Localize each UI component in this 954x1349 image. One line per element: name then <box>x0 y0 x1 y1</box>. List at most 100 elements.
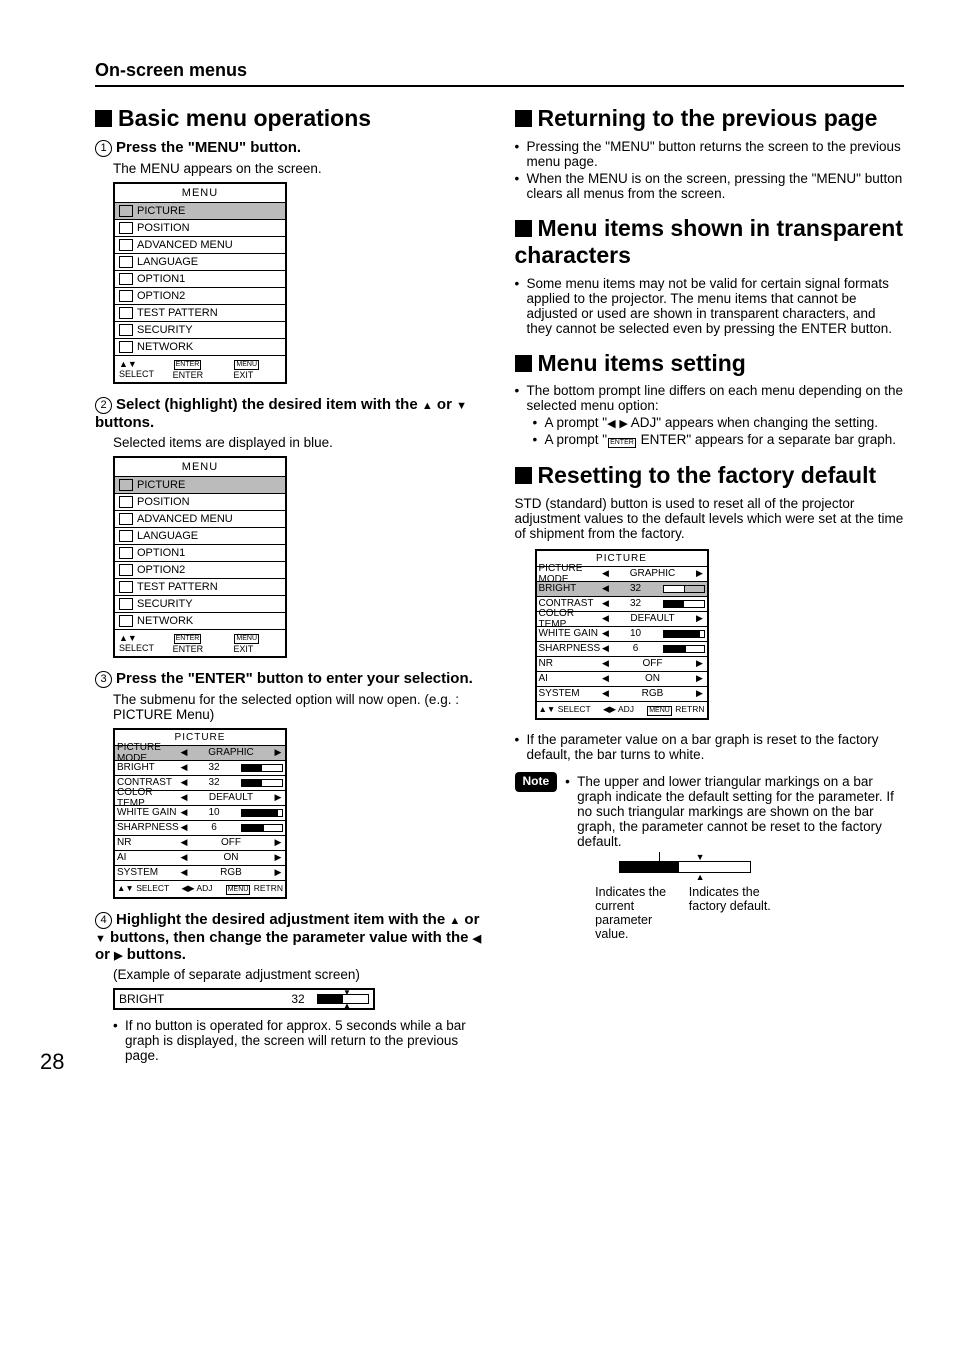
up-triangle-icon: ▲ <box>449 915 460 927</box>
picture-menu-screenshot-2: PICTURE PICTURE MODE◀GRAPHIC▶BRIGHT◀32CO… <box>535 549 709 720</box>
step3-desc: The submenu for the selected option will… <box>113 692 485 722</box>
step1-number: 1 <box>95 140 112 157</box>
right-triangle-icon: ▶ <box>114 950 122 962</box>
menu-item-icon <box>119 307 133 319</box>
down-triangle-icon: ▼ <box>696 852 705 862</box>
menu-item-label: ADVANCED MENU <box>137 239 233 251</box>
down-triangle-icon: ▼ <box>456 400 467 412</box>
picture-row: PICTURE MODE◀GRAPHIC▶ <box>115 746 285 760</box>
menu-item: TEST PATTERN <box>115 578 285 595</box>
resetting-para: STD (standard) button is used to reset a… <box>515 496 905 541</box>
picture-row: BRIGHT◀32 <box>537 581 707 596</box>
menu-item-label: PICTURE <box>137 205 185 217</box>
left-triangle-icon: ◀ <box>607 418 615 430</box>
menu-item-icon <box>119 513 133 525</box>
menu-item-label: POSITION <box>137 222 190 234</box>
menu-item-icon <box>119 496 133 508</box>
menu-item-label: POSITION <box>137 496 190 508</box>
picture-row: BRIGHT◀32 <box>115 760 285 775</box>
bar-graph-diagram: ▼ ▲ Indicates the current parameter valu… <box>595 861 775 941</box>
menu-item-icon <box>119 341 133 353</box>
menu-item-icon <box>119 205 133 217</box>
menu-item-icon <box>119 615 133 627</box>
menu-item-label: NETWORK <box>137 341 193 353</box>
picture-row: PICTURE MODE◀GRAPHIC▶ <box>537 567 707 581</box>
menu-item-icon <box>119 547 133 559</box>
menu-item: OPTION1 <box>115 544 285 561</box>
step1-desc: The MENU appears on the screen. <box>113 161 485 176</box>
menu-item: LANGUAGE <box>115 253 285 270</box>
adjust-screenshot: BRIGHT 32 ▼▲ <box>113 988 375 1010</box>
left-column: Basic menu operations 1Press the "MENU" … <box>95 105 485 1065</box>
menu-item: TEST PATTERN <box>115 304 285 321</box>
right-triangle-icon: ▶ <box>619 418 627 430</box>
menu-item-label: NETWORK <box>137 615 193 627</box>
picture-row: WHITE GAIN◀10 <box>537 626 707 641</box>
picture-row: AI◀ON▶ <box>115 850 285 865</box>
picture-row: SYSTEM◀RGB▶ <box>115 865 285 880</box>
menu-item-icon <box>119 290 133 302</box>
picture-row: AI◀ON▶ <box>537 671 707 686</box>
menu-item-icon <box>119 256 133 268</box>
menu-item-icon <box>119 530 133 542</box>
menu-item-label: ADVANCED MENU <box>137 513 233 525</box>
picture-row: COLOR TEMP.◀DEFAULT▶ <box>115 790 285 805</box>
note-badge: Note <box>515 772 558 792</box>
returning-title: Returning to the previous page <box>515 105 905 133</box>
menu-screenshot-2: MENU PICTUREPOSITIONADVANCED MENULANGUAG… <box>113 456 287 658</box>
picture-row: NR◀OFF▶ <box>537 656 707 671</box>
picture-row: WHITE GAIN◀10 <box>115 805 285 820</box>
step1-head: 1Press the "MENU" button. <box>95 139 485 157</box>
menu-screenshot-1: MENU PICTUREPOSITIONADVANCED MENULANGUAG… <box>113 182 287 384</box>
picture-row: SHARPNESS◀6 <box>537 641 707 656</box>
menu-item-label: OPTION2 <box>137 290 185 302</box>
down-triangle-icon: ▼ <box>95 933 106 945</box>
transparent-title: Menu items shown in transparent characte… <box>515 215 905 270</box>
menu-item-label: OPTION1 <box>137 547 185 559</box>
menu-item: LANGUAGE <box>115 527 285 544</box>
menu-item: OPTION2 <box>115 561 285 578</box>
menu-item-icon <box>119 479 133 491</box>
step4-note: •If no button is operated for approx. 5 … <box>113 1018 485 1063</box>
menu-item: PICTURE <box>115 203 285 219</box>
basic-menu-title: Basic menu operations <box>95 105 485 133</box>
menu-item-icon <box>119 324 133 336</box>
menu-item: SECURITY <box>115 321 285 338</box>
menu-item: NETWORK <box>115 612 285 629</box>
menu-item: PICTURE <box>115 477 285 493</box>
menu-item-icon <box>119 222 133 234</box>
up-triangle-icon: ▲ <box>422 400 433 412</box>
menu-item-label: PICTURE <box>137 479 185 491</box>
menu-item-icon <box>119 564 133 576</box>
resetting-title: Resetting to the factory default <box>515 462 905 490</box>
menu-item-label: TEST PATTERN <box>137 307 218 319</box>
step2-head: 2Select (highlight) the desired item wit… <box>95 396 485 431</box>
menu-item-label: OPTION2 <box>137 564 185 576</box>
menu-item-label: LANGUAGE <box>137 256 198 268</box>
menu-item: NETWORK <box>115 338 285 355</box>
step4-head: 4Highlight the desired adjustment item w… <box>95 911 485 963</box>
step2-desc: Selected items are displayed in blue. <box>113 435 485 450</box>
menu-item: OPTION1 <box>115 270 285 287</box>
menu-item: SECURITY <box>115 595 285 612</box>
page-number: 28 <box>40 1049 64 1075</box>
picture-row: SHARPNESS◀6 <box>115 820 285 835</box>
picture-row: SYSTEM◀RGB▶ <box>537 686 707 701</box>
menu-item: POSITION <box>115 493 285 510</box>
menu-item-label: TEST PATTERN <box>137 581 218 593</box>
menu-item-icon <box>119 598 133 610</box>
menu-item: POSITION <box>115 219 285 236</box>
menu-item: ADVANCED MENU <box>115 510 285 527</box>
menu-item: OPTION2 <box>115 287 285 304</box>
picture-row: COLOR TEMP.◀DEFAULT▶ <box>537 611 707 626</box>
items-setting-title: Menu items setting <box>515 350 905 378</box>
left-triangle-icon: ◀ <box>473 933 481 945</box>
menu-item-label: SECURITY <box>137 598 193 610</box>
step4-desc: (Example of separate adjustment screen) <box>113 967 485 982</box>
menu-item-icon <box>119 581 133 593</box>
picture-menu-screenshot-1: PICTURE PICTURE MODE◀GRAPHIC▶BRIGHT◀32CO… <box>113 728 287 899</box>
right-column: Returning to the previous page •Pressing… <box>515 105 905 1065</box>
up-triangle-icon: ▲ <box>696 872 705 882</box>
menu-item-label: OPTION1 <box>137 273 185 285</box>
menu-item: ADVANCED MENU <box>115 236 285 253</box>
